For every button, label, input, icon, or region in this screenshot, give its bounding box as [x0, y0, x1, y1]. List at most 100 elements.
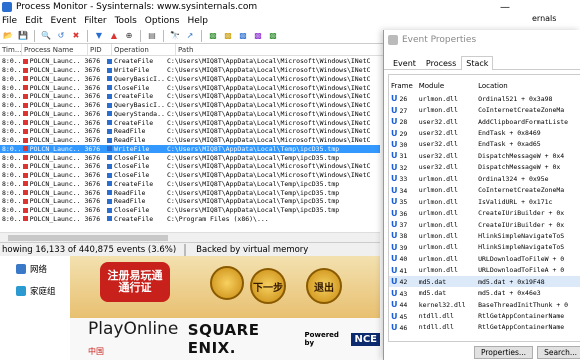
frame-location: DispatchMessageW + 0x4	[478, 151, 565, 160]
scrollbar-thumb[interactable]	[8, 235, 168, 241]
event-row[interactable]: 8:0... POLCN_Launc...3676 ReadFile C:\Users…	[0, 197, 380, 206]
stack-frame-row[interactable]: U 37 urlmon.dll CreateIUriBuilder + 0x	[389, 219, 580, 230]
frame-number: U 26	[389, 94, 417, 103]
highlight-icon[interactable]: ▲	[108, 30, 120, 42]
event-row[interactable]: 8:0... POLCN_Launc...3676 CreateFile C:\Use…	[0, 57, 380, 66]
frame-location: EndTask + 0xad65	[478, 140, 541, 149]
event-row[interactable]: 8:0... POLCN_Launc...3676 CloseFile C:\User…	[0, 162, 380, 171]
menu-event[interactable]: Event	[51, 16, 77, 26]
nav-homegroup[interactable]: 家庭组	[0, 282, 70, 300]
register-badge[interactable]: 注册易玩通 通行证	[100, 262, 170, 302]
stack-frame-row[interactable]: U 34 urlmon.dll CoInternetCreateZoneMa	[389, 185, 580, 196]
event-row[interactable]: 8:0... POLCN_Launc...3676 CreateFile C:\Use…	[0, 118, 380, 127]
event-time-text: 8:0...	[2, 162, 21, 171]
col-pid[interactable]: PID	[88, 44, 112, 55]
horizontal-scrollbar[interactable]	[0, 232, 380, 242]
stack-frame-row[interactable]: U 42 md5.dat md5.dat + 0x19F48	[389, 276, 580, 288]
col-module[interactable]: Module	[417, 82, 476, 90]
stack-frame-row[interactable]: U 38 urlmon.dll HlinkSimpleNavigateToS	[389, 230, 580, 241]
jump-icon[interactable]: ↗	[184, 30, 196, 42]
col-process-name[interactable]: Process Name	[22, 44, 88, 55]
col-time[interactable]: Tim...	[0, 44, 22, 55]
stack-frame-row[interactable]: U 40 urlmon.dll URLDownloadToFileW + 0	[389, 253, 580, 264]
nav-network[interactable]: 网络	[0, 260, 70, 278]
menu-edit[interactable]: Edit	[25, 16, 42, 26]
tab-stack[interactable]: Stack	[461, 56, 494, 70]
event-operation: ReadFile	[105, 136, 165, 144]
stack-frame-row[interactable]: U 45 ntdll.dll RtlGetAppContainerName	[389, 310, 580, 321]
col-path[interactable]: Path	[176, 44, 406, 55]
stack-frame-row[interactable]: U 43 md5.dat md5.dat + 0x46e3	[389, 287, 580, 298]
network-activity-icon[interactable]: ▩	[237, 30, 249, 42]
stack-frame-row[interactable]: U 36 urlmon.dll CreateIUriBuilder + 0x	[389, 207, 580, 218]
gold-round-button[interactable]	[210, 266, 244, 300]
target-icon[interactable]: ⊕	[123, 30, 135, 42]
open-icon[interactable]: 📂	[2, 30, 14, 42]
stack-frame-row[interactable]: U 32 user32.dll DispatchMessageW + 0x	[389, 162, 580, 173]
next-button[interactable]: 下一步	[250, 268, 286, 304]
event-path-text: C:\Users\MIQ8T\AppData\Local\Microsoft\W…	[166, 74, 371, 83]
event-row[interactable]: 8:0... POLCN_Launc...3676 ReadFile C:\Users…	[0, 188, 380, 197]
menu-options[interactable]: Options	[145, 16, 180, 26]
stack-frame-row[interactable]: U 29 user32.dll EndTask + 0x8469	[389, 127, 580, 138]
event-row[interactable]: 8:0... POLCN_Launc...3676 CloseFile C:\User…	[0, 171, 380, 180]
find-icon[interactable]: 🔭	[169, 30, 181, 42]
user-mode-icon: U	[391, 265, 398, 275]
menu-file[interactable]: File	[2, 16, 17, 26]
event-row[interactable]: 8:0... POLCN_Launc...3676 WriteFile C:\User…	[0, 144, 380, 154]
event-path-text: C:\Users\MIQ8T\AppData\Local\Microsoft\W…	[166, 66, 371, 75]
stack-frame-row[interactable]: U 35 urlmon.dll IsValidURL + 0x171c	[389, 196, 580, 207]
tab-event[interactable]: Event	[388, 56, 421, 69]
clear-icon[interactable]: ✖	[70, 30, 82, 42]
registry-activity-icon[interactable]: ▩	[207, 30, 219, 42]
col-frame[interactable]: Frame	[389, 82, 417, 90]
stack-frame-row[interactable]: U 46 ntdll.dll RtlGetAppContainerName	[389, 322, 580, 333]
event-row[interactable]: 8:0... POLCN_Launc...3676 CreateFile C:\Use…	[0, 92, 380, 101]
event-row[interactable]: 8:0... POLCN_Launc...3676 QueryBasicI...C:…	[0, 101, 380, 110]
event-row[interactable]: 8:0... POLCN_Launc...3676 CloseFile C:\User…	[0, 83, 380, 92]
save-icon[interactable]: 💾	[17, 30, 29, 42]
col-operation[interactable]: Operation	[112, 44, 176, 55]
stack-frame-row[interactable]: U 28 user32.dll AddClipboardFormatListe	[389, 116, 580, 127]
stack-frame-row[interactable]: U 26 urlmon.dll Ordinal521 + 0x3a98	[389, 93, 580, 104]
properties-button[interactable]: Properties...	[474, 346, 534, 359]
event-row[interactable]: 8:0... POLCN_Launc...3676 WriteFile C:\User…	[0, 66, 380, 75]
exit-button[interactable]: 退出	[306, 268, 342, 304]
stack-frame-row[interactable]: U 44 kernel32.dll BaseThreadInitThunk + 0	[389, 299, 580, 310]
event-row[interactable]: 8:0... POLCN_Launc...3676 QueryStanda...C:…	[0, 110, 380, 119]
frame-number-text: 30	[399, 140, 408, 149]
process-activity-icon[interactable]: ▩	[252, 30, 264, 42]
event-path: C:\Users\MIQ8T\AppData\Local\Temp\ipcD35…	[165, 206, 380, 214]
stack-frame-row[interactable]: U 30 user32.dll EndTask + 0xad65	[389, 139, 580, 150]
autoscroll-icon[interactable]: ↺	[55, 30, 67, 42]
stack-column-header: Frame Module Location	[389, 79, 580, 93]
search-button[interactable]: Search...	[537, 346, 580, 359]
stack-frame-row[interactable]: U 31 user32.dll DispatchMessageW + 0x4	[389, 150, 580, 161]
event-row[interactable]: 8:0... POLCN_Launc...3676 CloseFile C:\User…	[0, 206, 380, 215]
stack-frame-row[interactable]: U 33 urlmon.dll Ordinal324 + 0x95e	[389, 173, 580, 184]
event-operation: WriteFile	[105, 145, 165, 153]
menu-filter[interactable]: Filter	[84, 16, 106, 26]
event-row[interactable]: 8:0... POLCN_Launc...3676 ReadFile C:\Users…	[0, 136, 380, 145]
capture-icon[interactable]: 🔍	[40, 30, 52, 42]
minimize-button[interactable]: —	[490, 0, 520, 14]
event-path-text: C:\Users\MIQ8T\AppData\Local\Temp\ipcD35…	[166, 153, 340, 162]
event-row[interactable]: 8:0... POLCN_Launc...3676 CreateFile C:\Pro…	[0, 215, 380, 224]
col-location[interactable]: Location	[476, 82, 580, 90]
menu-help[interactable]: Help	[188, 16, 209, 26]
event-row[interactable]: 8:0... POLCN_Launc...3676 CreateFile C:\Use…	[0, 180, 380, 189]
event-row[interactable]: 8:0... POLCN_Launc...3676 ReadFile C:\Users…	[0, 127, 380, 136]
profiling-activity-icon[interactable]: ▩	[267, 30, 279, 42]
filesystem-activity-icon[interactable]: ▩	[222, 30, 234, 42]
stack-frame-row[interactable]: U 41 urlmon.dll URLDownloadToFileA + 0	[389, 265, 580, 276]
event-row[interactable]: 8:0... POLCN_Launc...3676 CloseFile C:\User…	[0, 153, 380, 162]
filter-icon[interactable]: ▼	[93, 30, 105, 42]
tab-process[interactable]: Process	[421, 56, 461, 69]
event-row[interactable]: 8:0... POLCN_Launc...3676 QueryBasicI...C:…	[0, 75, 380, 84]
menu-tools[interactable]: Tools	[115, 16, 137, 26]
stack-frame-row[interactable]: U 39 urlmon.dll HlinkSimpleNavigateToS	[389, 242, 580, 253]
stack-frame-row[interactable]: U 27 urlmon.dll CoInternetCreateZoneMa	[389, 104, 580, 115]
tree-icon[interactable]: ▤	[146, 30, 158, 42]
event-count-text: howing 16,133 of 440,875 events (3.6%)	[2, 244, 177, 255]
frame-number-text: 39	[399, 243, 408, 252]
